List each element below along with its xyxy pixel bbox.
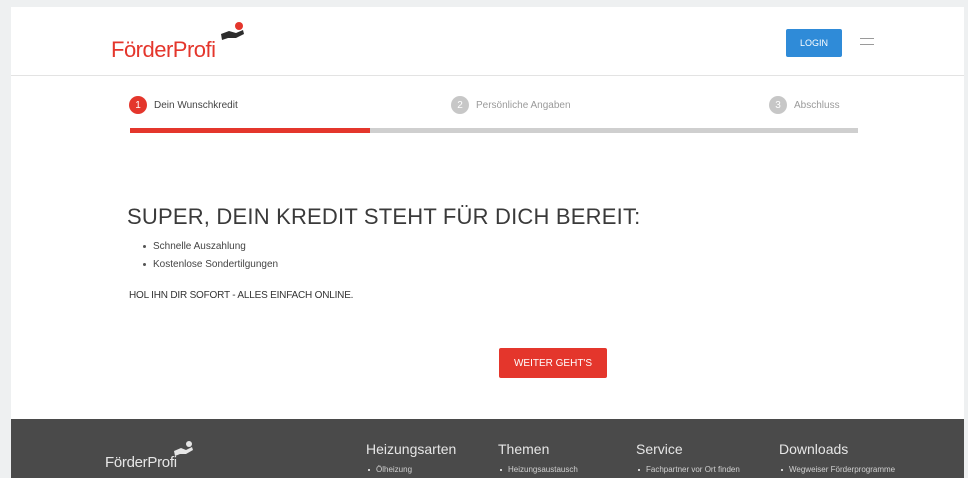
step-1-label: Dein Wunschkredit — [154, 99, 238, 111]
site-header: FörderProfi LOGIN — [11, 7, 964, 76]
footer-link[interactable]: Ölheizung — [366, 465, 456, 474]
footer-col-downloads: Downloads Wegweiser Förderprogramme — [779, 441, 895, 474]
benefit-item: Schnelle Auszahlung — [141, 241, 278, 252]
step-1: 1 Dein Wunschkredit — [129, 96, 238, 114]
footer-link[interactable]: Wegweiser Förderprogramme — [779, 465, 895, 474]
step-indicator: 1 Dein Wunschkredit 2 Persönliche Angabe… — [129, 96, 858, 116]
footer-col-title: Downloads — [779, 441, 849, 457]
step-2: 2 Persönliche Angaben — [451, 96, 571, 114]
footer-col-title: Heizungsarten — [366, 441, 457, 457]
step-2-label: Persönliche Angaben — [476, 99, 571, 111]
step-3: 3 Abschluss — [769, 96, 840, 114]
progress-bar — [130, 128, 858, 133]
step-3-number: 3 — [769, 96, 787, 114]
page: FörderProfi LOGIN 1 Dein Wunschkredit 2 … — [11, 7, 964, 419]
continue-button[interactable]: WEITER GEHT'S — [499, 348, 607, 378]
step-2-number: 2 — [451, 96, 469, 114]
logo-hand-icon — [221, 22, 244, 40]
footer-col-title: Service — [636, 441, 683, 457]
tagline: HOL IHN DIR SOFORT - ALLES EINFACH ONLIN… — [129, 290, 354, 301]
footer-col-themen: Themen Heizungsaustausch — [498, 441, 578, 474]
footer-logo-text[interactable]: FörderProfi — [105, 454, 177, 471]
benefit-list: Schnelle Auszahlung Kostenlose Sondertil… — [141, 241, 278, 277]
footer-col-service: Service Fachpartner vor Ort finden — [636, 441, 740, 474]
progress-bar-fill — [130, 128, 371, 133]
step-3-label: Abschluss — [794, 99, 840, 111]
footer-logo-hand-icon — [174, 441, 193, 456]
footer-col-title: Themen — [498, 441, 550, 457]
login-button[interactable]: LOGIN — [786, 29, 842, 57]
site-footer: FörderProfi Heizungsarten Ölheizung Them… — [11, 419, 964, 478]
benefit-item: Kostenlose Sondertilgungen — [141, 259, 278, 270]
footer-col-heizungsarten: Heizungsarten Ölheizung — [366, 441, 456, 474]
page-title: SUPER, DEIN KREDIT STEHT FÜR DICH BEREIT… — [127, 204, 641, 229]
step-1-number: 1 — [129, 96, 147, 114]
footer-link[interactable]: Heizungsaustausch — [498, 465, 578, 474]
hamburger-menu-icon[interactable] — [860, 38, 874, 48]
logo-text[interactable]: FörderProfi — [111, 37, 216, 63]
footer-link[interactable]: Fachpartner vor Ort finden — [636, 465, 740, 474]
